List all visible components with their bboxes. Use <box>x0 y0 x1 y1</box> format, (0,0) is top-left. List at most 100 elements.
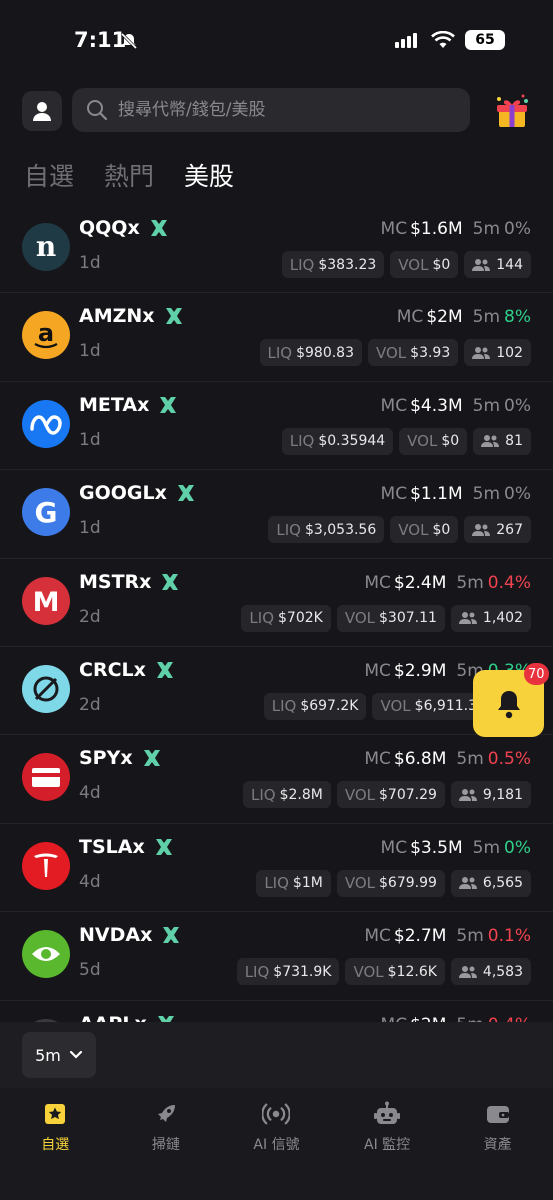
volume-value: $12.6K <box>387 963 437 980</box>
token-ticker: NVDAx <box>79 924 153 947</box>
token-row[interactable]: a AMZNx 1d MC $2M 5m 8% LIQ $980.83 VOL … <box>0 293 553 382</box>
liquidity-chip: LIQ $980.83 <box>259 339 362 367</box>
change-period-label: 5m <box>456 1015 483 1022</box>
liquidity-value: $2.8M <box>279 786 323 803</box>
token-row[interactable]: AAPLx MC $2M 5m 0.4% LIQ VOL <box>0 1001 553 1022</box>
market-cap-line: MC $6.8M 5m 0.5% <box>364 749 531 769</box>
mc-label: MC <box>364 660 391 681</box>
tab-watchlist[interactable]: 自選 <box>24 157 74 193</box>
volume-value: $0 <box>441 433 460 450</box>
token-row[interactable]: METAx 1d MC $4.3M 5m 0% LIQ $0.35944 VOL… <box>0 382 553 471</box>
mc-label: MC <box>380 837 408 858</box>
market-cap-value: $6.8M <box>393 749 447 770</box>
liq-label: LIQ <box>244 962 270 981</box>
price-change: 8% <box>504 307 531 328</box>
meta-infinity-icon <box>22 399 70 448</box>
nav-label: 自選 <box>41 1137 70 1153</box>
token-row[interactable]: SPYx 4d MC $6.8M 5m 0.5% LIQ $2.8M VOL $… <box>0 735 553 824</box>
change-period-label: 5m <box>456 572 484 593</box>
market-cap-value: $4.3M <box>410 395 463 416</box>
liq-label: LIQ <box>276 520 301 539</box>
spy-card-icon <box>22 753 70 802</box>
price-change: 0% <box>504 484 531 505</box>
nav-label: 資產 <box>483 1137 512 1153</box>
search-bar[interactable] <box>72 88 470 132</box>
liquidity-chip: LIQ $0.35944 <box>281 427 394 455</box>
vol-label: VOL <box>344 785 375 804</box>
header <box>22 88 532 132</box>
holders-icon <box>472 258 491 271</box>
token-stats: LIQ $2.8M VOL $707.29 9,181 <box>242 781 531 809</box>
price-change: 0% <box>504 395 531 416</box>
vol-label: VOL <box>380 697 411 716</box>
holders-chip: 1,402 <box>450 604 531 632</box>
change-period-label: 5m <box>472 837 501 858</box>
liq-label: LIQ <box>267 343 293 362</box>
liquidity-value: $980.83 <box>296 344 354 361</box>
svg-text:G: G <box>35 496 58 529</box>
verified-x-icon <box>150 220 167 236</box>
token-row[interactable]: M MSTRx 2d MC $2.4M 5m 0.4% LIQ $702K VO… <box>0 559 553 647</box>
token-age: 5d <box>79 960 101 981</box>
price-change: 0.5% <box>487 749 531 770</box>
liquidity-value: $0.35944 <box>318 433 386 450</box>
volume-value: $3.93 <box>410 344 451 361</box>
liq-label: LIQ <box>250 785 276 804</box>
tab-trending[interactable]: 熱門 <box>104 157 154 193</box>
holders-icon <box>472 346 491 359</box>
holders-value: 102 <box>496 344 523 361</box>
holders-icon <box>481 435 500 448</box>
token-row[interactable]: NVDAx 5d MC $2.7M 5m 0.1% LIQ $731.9K VO… <box>0 912 553 1001</box>
timeframe-dropdown[interactable]: 5m <box>22 1032 96 1078</box>
holders-value: 267 <box>496 521 523 538</box>
token-row[interactable]: TSLAx 4d MC $3.5M 5m 0% LIQ $1M VOL $679… <box>0 824 553 913</box>
volume-chip: VOL $0 <box>390 251 459 278</box>
mc-label: MC <box>364 749 391 770</box>
search-input[interactable] <box>118 100 448 120</box>
token-ticker: GOOGLx <box>79 482 167 505</box>
profile-button[interactable] <box>22 91 62 131</box>
market-cap-value: $1.1M <box>410 484 463 505</box>
nav-ai-monitor[interactable]: AI 監控 <box>332 1088 443 1200</box>
nav-assets[interactable]: 資產 <box>442 1088 553 1200</box>
tesla-t-icon <box>22 841 70 890</box>
nav-scan-chain[interactable]: 掃鏈 <box>111 1088 222 1200</box>
user-icon <box>33 102 51 121</box>
liquidity-chip: LIQ $383.23 <box>281 251 385 278</box>
wallet-icon <box>486 1106 509 1123</box>
mc-label: MC <box>380 395 408 416</box>
tab-us-stocks[interactable]: 美股 <box>184 157 234 193</box>
holders-chip: 9,181 <box>450 781 531 809</box>
market-cap-line: MC $2M 5m 8% <box>397 307 531 327</box>
bottom-nav: 自選 掃鏈 AI 信號 AI 監控 資產 <box>0 1088 553 1200</box>
rewards-button[interactable] <box>492 92 532 132</box>
token-ticker: SPYx <box>79 747 133 770</box>
token-stats: LIQ $383.23 VOL $0 144 <box>281 251 531 278</box>
holders-chip: 267 <box>464 516 531 544</box>
mc-label: MC <box>364 926 391 947</box>
token-row[interactable]: n QQQx 1d MC $1.6M 5m 0% LIQ $383.23 VOL… <box>0 205 553 294</box>
token-ticker: TSLAx <box>79 835 145 858</box>
token-ticker: MSTRx <box>79 570 152 593</box>
star-bookmark-icon <box>45 1104 66 1124</box>
verified-x-icon <box>165 308 182 325</box>
liquidity-chip: LIQ $1M <box>256 869 331 897</box>
liquidity-value: $3,053.56 <box>305 521 377 538</box>
token-age: 2d <box>79 694 101 715</box>
liquidity-chip: LIQ $702K <box>241 604 331 632</box>
token-age: 4d <box>79 871 101 892</box>
token-row[interactable]: G GOOGLx 1d MC $1.1M 5m 0% LIQ $3,053.56… <box>0 470 553 559</box>
market-cap-line: MC $1.6M 5m 0% <box>381 219 531 239</box>
mc-label: MC <box>380 484 408 505</box>
token-ticker: AAPLx <box>79 1013 147 1022</box>
nav-watchlist[interactable]: 自選 <box>0 1088 111 1200</box>
token-ticker: QQQx <box>79 217 140 239</box>
token-row[interactable]: CRCLx 2d MC $2.9M 5m 0.3% LIQ $697.2K VO… <box>0 647 553 736</box>
volume-chip: VOL $3.93 <box>368 339 459 367</box>
nav-ai-signal[interactable]: AI 信號 <box>221 1088 332 1200</box>
holders-icon <box>458 788 477 801</box>
change-period-label: 5m <box>472 484 501 505</box>
liquidity-chip: LIQ $731.9K <box>236 958 340 986</box>
change-period-label: 5m <box>456 749 484 770</box>
vol-label: VOL <box>344 609 375 628</box>
